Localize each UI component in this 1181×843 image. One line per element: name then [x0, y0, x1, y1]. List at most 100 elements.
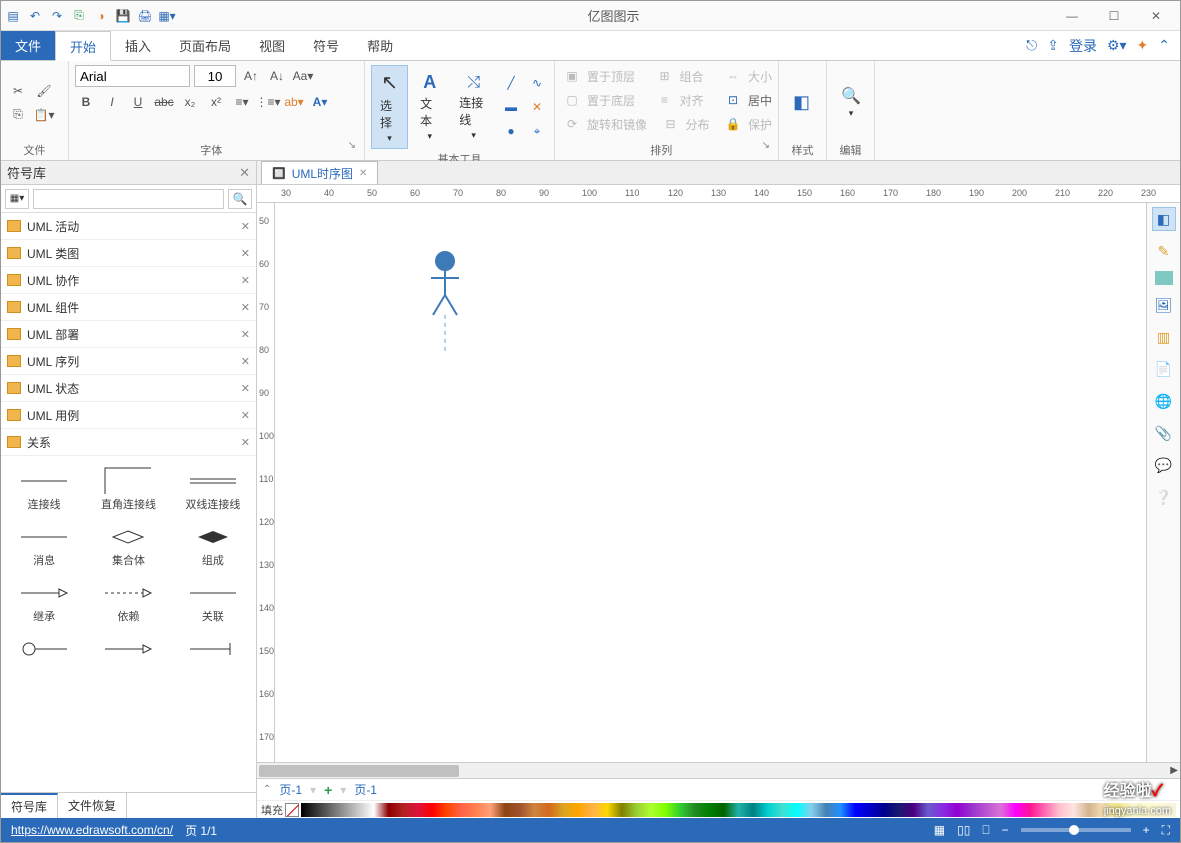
cut-icon[interactable]: ✂ — [7, 80, 29, 102]
format-painter-icon[interactable]: 🖌 — [33, 80, 55, 102]
font-size-select[interactable] — [194, 65, 236, 87]
bullets-button[interactable]: ⋮≡▾ — [257, 91, 279, 113]
lib-filter-dropdown[interactable]: ▦▾ — [5, 189, 29, 209]
attachment-pane-icon[interactable]: 📎 — [1152, 421, 1176, 445]
lib-close-icon[interactable]: ✕ — [241, 355, 250, 368]
tab-file[interactable]: 文件 — [1, 31, 55, 60]
paste-icon[interactable]: 📋▾ — [33, 104, 55, 126]
export-icon[interactable]: ⎋ — [1026, 37, 1037, 54]
view-mode-icon-2[interactable]: ▯▯ — [957, 823, 970, 837]
color-swatch-icon[interactable] — [1155, 271, 1173, 285]
highlight-button[interactable]: ab▾ — [283, 91, 305, 113]
lib-close-icon[interactable]: ✕ — [241, 274, 250, 287]
horizontal-scrollbar[interactable]: ▶ — [257, 762, 1180, 778]
image-pane-icon[interactable]: 🖼 — [1152, 293, 1176, 317]
lib-close-icon[interactable]: ✕ — [241, 247, 250, 260]
page-prev[interactable]: ⌃ — [263, 784, 271, 795]
strike-button[interactable]: abc — [153, 91, 175, 113]
search-icon[interactable]: 🔍 — [228, 189, 252, 209]
sidebar-tab-library[interactable]: 符号库 — [1, 793, 58, 818]
font-color-button[interactable]: A▾ — [309, 91, 331, 113]
gear-icon[interactable]: ⚙▾ — [1107, 37, 1127, 54]
page-tab-1a[interactable]: 页-1 — [279, 781, 302, 798]
lib-item-0[interactable]: UML 活动✕ — [1, 213, 256, 240]
sidebar-close[interactable]: ✕ — [239, 165, 250, 181]
text-tool[interactable]: A 文本 ▾ — [412, 68, 447, 146]
shape-extra-1[interactable] — [87, 630, 169, 668]
shape-3[interactable]: 消息 — [3, 518, 85, 572]
shape-7[interactable]: 依赖 — [87, 574, 169, 628]
align-icon[interactable]: ≡ — [654, 89, 676, 111]
shape-extra-0[interactable] — [3, 630, 85, 668]
close-button[interactable]: ✕ — [1136, 2, 1176, 30]
share-icon[interactable]: ⇪ — [1047, 37, 1059, 54]
hyperlink-pane-icon[interactable]: 🌐 — [1152, 389, 1176, 413]
qa-undo[interactable]: ↶ — [27, 8, 43, 24]
shape-2[interactable]: 双线连接线 — [172, 462, 254, 516]
lib-item-8[interactable]: 关系✕ — [1, 429, 256, 456]
minimize-button[interactable]: — — [1052, 2, 1092, 30]
rect-shape-icon[interactable]: ▬ — [500, 96, 522, 118]
shape-4[interactable]: 集合体 — [87, 518, 169, 572]
qa-save[interactable]: 💾 — [115, 8, 131, 24]
fit-icon[interactable]: ⛶ — [1162, 823, 1170, 838]
superscript-button[interactable]: x² — [205, 91, 227, 113]
doc-tab-close[interactable]: ✕ — [359, 168, 367, 179]
lib-item-2[interactable]: UML 协作✕ — [1, 267, 256, 294]
size-icon[interactable]: ⇔ — [722, 65, 744, 87]
help-icon[interactable]: ❔ — [1152, 485, 1176, 509]
font-launcher[interactable]: ↘ — [348, 140, 358, 158]
dist-icon[interactable]: ⊟ — [660, 113, 682, 135]
lib-item-4[interactable]: UML 部署✕ — [1, 321, 256, 348]
view-mode-icon-3[interactable]: ⎕ — [982, 823, 989, 838]
tab-insert[interactable]: 插入 — [111, 31, 165, 60]
send-back-icon[interactable]: ▢ — [561, 89, 583, 111]
select-tool[interactable]: ↖ 选择 ▾ — [371, 65, 408, 149]
lib-item-5[interactable]: UML 序列✕ — [1, 348, 256, 375]
center-icon[interactable]: ⊡ — [722, 89, 744, 111]
group-icon[interactable]: ⊞ — [654, 65, 676, 87]
shape-1[interactable]: 直角连接线 — [87, 462, 169, 516]
outline-pane-icon[interactable]: 📄 — [1152, 357, 1176, 381]
qa-options[interactable]: ▦▾ — [159, 8, 175, 24]
status-url[interactable]: https://www.edrawsoft.com/cn/ — [11, 823, 173, 837]
shape-extra-2[interactable] — [172, 630, 254, 668]
subscript-button[interactable]: x₂ — [179, 91, 201, 113]
lib-close-icon[interactable]: ✕ — [241, 436, 250, 449]
qa-print[interactable]: 🖨 — [137, 8, 153, 24]
line-shape-icon[interactable]: ╱ — [500, 72, 522, 94]
font-name-select[interactable] — [75, 65, 190, 87]
bold-button[interactable]: B — [75, 91, 97, 113]
curve-shape-icon[interactable]: ∿ — [526, 72, 548, 94]
rotate-icon[interactable]: ⟳ — [561, 113, 583, 135]
lib-close-icon[interactable]: ✕ — [241, 409, 250, 422]
crop-icon[interactable]: ✕ — [526, 96, 548, 118]
lib-item-3[interactable]: UML 组件✕ — [1, 294, 256, 321]
format-pane-icon[interactable]: ◧ — [1152, 207, 1176, 231]
underline-button[interactable]: U — [127, 91, 149, 113]
connector-tool[interactable]: ⤭ 连接线 ▾ — [451, 70, 496, 145]
add-page-button[interactable]: + — [324, 782, 332, 798]
copy-icon[interactable]: ⎘ — [7, 104, 29, 126]
shape-5[interactable]: 组成 — [172, 518, 254, 572]
lib-search-input[interactable] — [33, 189, 224, 209]
lib-close-icon[interactable]: ✕ — [241, 328, 250, 341]
qa-new[interactable]: ▤ — [5, 8, 21, 24]
italic-button[interactable]: I — [101, 91, 123, 113]
zoom-in-icon[interactable]: + — [1143, 823, 1150, 837]
change-case-icon[interactable]: Aa▾ — [292, 65, 314, 87]
shape-8[interactable]: 关联 — [172, 574, 254, 628]
lib-close-icon[interactable]: ✕ — [241, 220, 250, 233]
sidebar-tab-recovery[interactable]: 文件恢复 — [58, 793, 127, 818]
view-mode-icon-1[interactable]: ▦ — [934, 823, 945, 837]
login-link[interactable]: 登录 — [1069, 36, 1097, 56]
arrange-launcher[interactable]: ↘ — [762, 140, 772, 158]
upgrade-icon[interactable]: ✦ — [1137, 37, 1149, 54]
line-spacing-button[interactable]: ≡▾ — [231, 91, 253, 113]
tab-view[interactable]: 视图 — [245, 31, 299, 60]
protect-icon[interactable]: 🔒 — [722, 113, 744, 135]
decrease-font-icon[interactable]: A↓ — [266, 65, 288, 87]
ellipse-shape-icon[interactable]: ● — [500, 120, 522, 142]
qa-redo[interactable]: ↷ — [49, 8, 65, 24]
no-fill-swatch[interactable] — [285, 803, 299, 817]
